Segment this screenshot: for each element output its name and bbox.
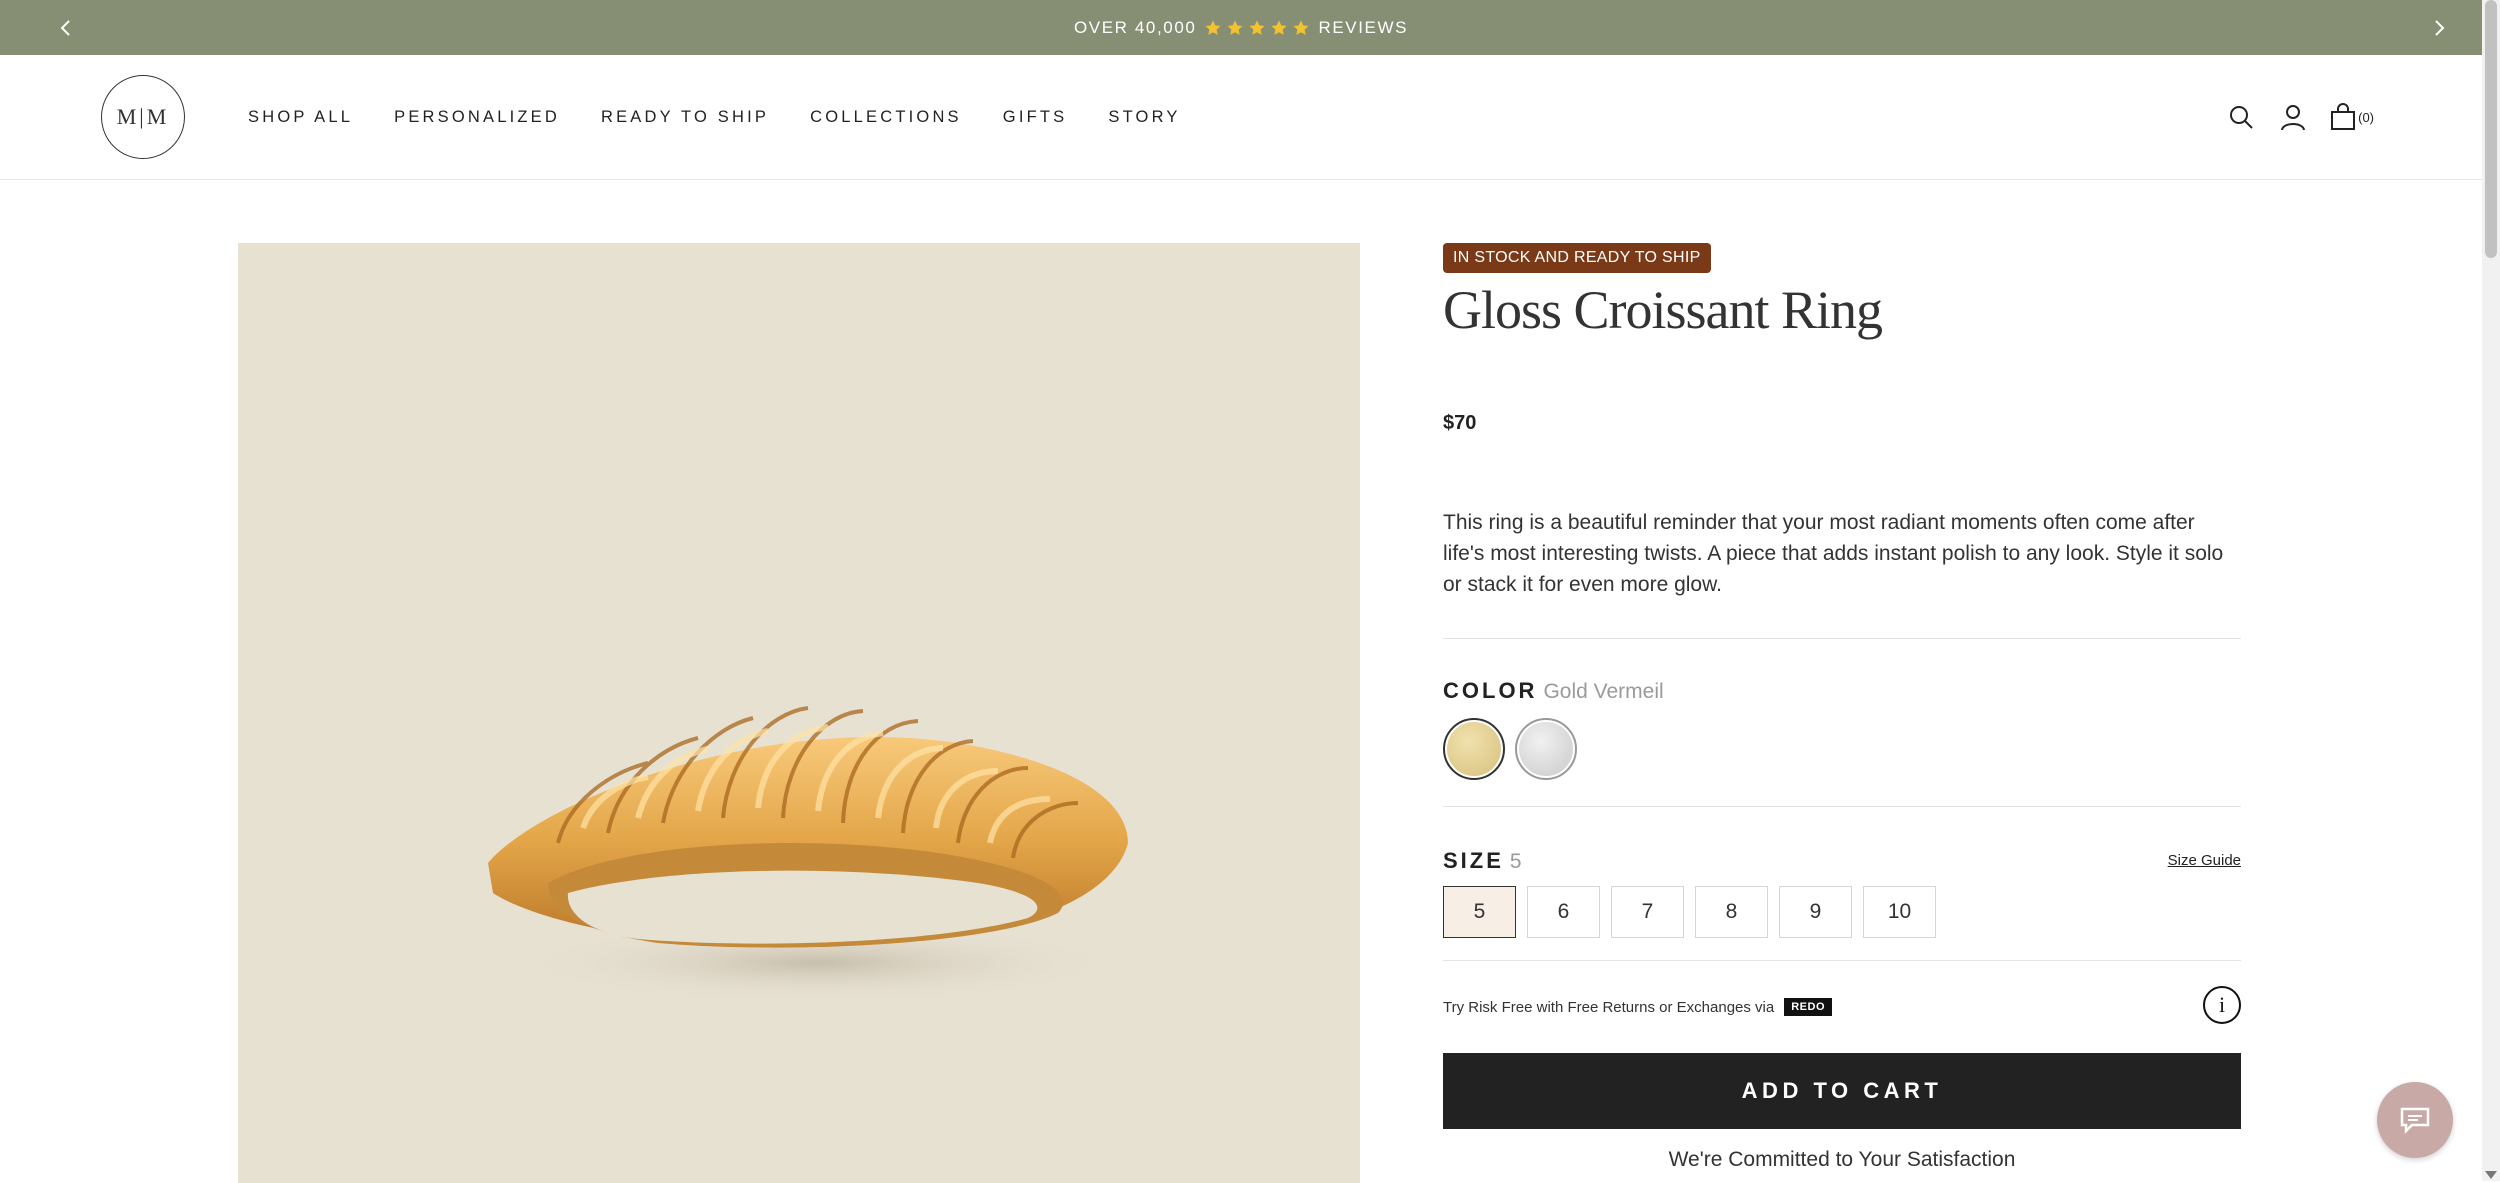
swatch-gold-vermeil[interactable] — [1443, 718, 1505, 780]
divider — [1443, 638, 2241, 639]
chat-button[interactable] — [2377, 1082, 2453, 1158]
nav-personalized[interactable]: PERSONALIZED — [394, 108, 560, 127]
size-label: SIZE — [1443, 848, 1504, 873]
swatch-fill-silver — [1519, 722, 1573, 776]
color-swatches — [1443, 718, 1577, 780]
star-icon — [1293, 20, 1309, 35]
size-5[interactable]: 5 — [1443, 886, 1516, 938]
announcement-prev-button[interactable] — [38, 0, 93, 55]
ring-illustration — [488, 706, 1128, 1003]
page-scrollbar[interactable] — [2482, 0, 2500, 1181]
scrollbar-thumb[interactable] — [2485, 0, 2497, 258]
star-icon — [1271, 20, 1287, 35]
size-options: 5 6 7 8 9 10 — [1443, 886, 1936, 938]
divider — [1443, 806, 2241, 807]
chat-icon — [2400, 1107, 2430, 1135]
size-8[interactable]: 8 — [1695, 886, 1768, 938]
size-9[interactable]: 9 — [1779, 886, 1852, 938]
brand-logo[interactable]: M|M — [101, 75, 185, 159]
star-icon — [1249, 20, 1265, 35]
announcement-bar: OVER 40,000 REVIEWS — [0, 0, 2482, 55]
nav-collections[interactable]: COLLECTIONS — [810, 108, 962, 127]
scroll-down-arrow-icon[interactable] — [2485, 1171, 2497, 1179]
swatch-fill-gold — [1447, 722, 1501, 776]
main-nav: SHOP ALL PERSONALIZED READY TO SHIP COLL… — [248, 55, 1181, 179]
nav-shop-all[interactable]: SHOP ALL — [248, 108, 353, 127]
size-guide-link[interactable]: Size Guide — [2168, 852, 2241, 869]
bag-icon — [2331, 103, 2356, 130]
search-button[interactable] — [2226, 102, 2256, 132]
announcement-next-button[interactable] — [2411, 0, 2466, 55]
site-header: M|M SHOP ALL PERSONALIZED READY TO SHIP … — [0, 55, 2482, 180]
star-icon — [1227, 20, 1243, 35]
cart-count: (0) — [2358, 109, 2374, 125]
swatch-sterling-silver[interactable] — [1515, 718, 1577, 780]
chevron-right-icon — [2434, 19, 2444, 36]
product-title: Gloss Croissant Ring — [1443, 280, 1883, 340]
size-10[interactable]: 10 — [1863, 886, 1936, 938]
account-button[interactable] — [2278, 102, 2308, 132]
star-icon — [1205, 20, 1221, 35]
color-label: COLOR — [1443, 678, 1538, 703]
size-7[interactable]: 7 — [1611, 886, 1684, 938]
product-description: This ring is a beautiful reminder that y… — [1443, 511, 2224, 596]
announcement-prefix: OVER 40,000 — [1073, 17, 1197, 37]
header-actions: (0) — [2226, 55, 2374, 179]
announcement-suffix: REVIEWS — [1318, 17, 1409, 37]
divider — [1443, 960, 2241, 961]
product-info: IN STOCK AND READY TO SHIP Gloss Croissa… — [1443, 243, 2241, 1171]
size-value: 5 — [1509, 850, 1522, 873]
product-price: $70 — [1443, 412, 1477, 434]
search-icon — [2230, 106, 2253, 129]
returns-text: Try Risk Free with Free Returns or Excha… — [1443, 998, 1775, 1016]
add-to-cart-button[interactable]: ADD TO CART — [1443, 1053, 2241, 1129]
color-value: Gold Vermeil — [1543, 680, 1664, 703]
returns-note: Try Risk Free with Free Returns or Excha… — [1443, 998, 1832, 1016]
redo-logo: REDO — [1784, 998, 1832, 1016]
info-icon: i — [2218, 992, 2226, 1017]
size-6[interactable]: 6 — [1527, 886, 1600, 938]
product-image[interactable] — [238, 243, 1360, 1183]
cart-button[interactable]: (0) — [2330, 103, 2374, 131]
account-icon — [2281, 105, 2306, 131]
stock-badge: IN STOCK AND READY TO SHIP — [1443, 243, 1711, 273]
nav-story[interactable]: STORY — [1108, 108, 1180, 127]
chevron-left-icon — [60, 19, 70, 36]
satisfaction-heading: We're Committed to Your Satisfaction — [1668, 1148, 2016, 1171]
nav-gifts[interactable]: GIFTS — [1003, 108, 1068, 127]
nav-ready-to-ship[interactable]: READY TO SHIP — [601, 108, 769, 127]
star-rating — [1204, 19, 1310, 37]
color-option-label: COLOR Gold Vermeil — [1443, 678, 1664, 704]
info-button[interactable]: i — [2203, 986, 2241, 1024]
size-option-label: SIZE 5 — [1443, 848, 1522, 874]
